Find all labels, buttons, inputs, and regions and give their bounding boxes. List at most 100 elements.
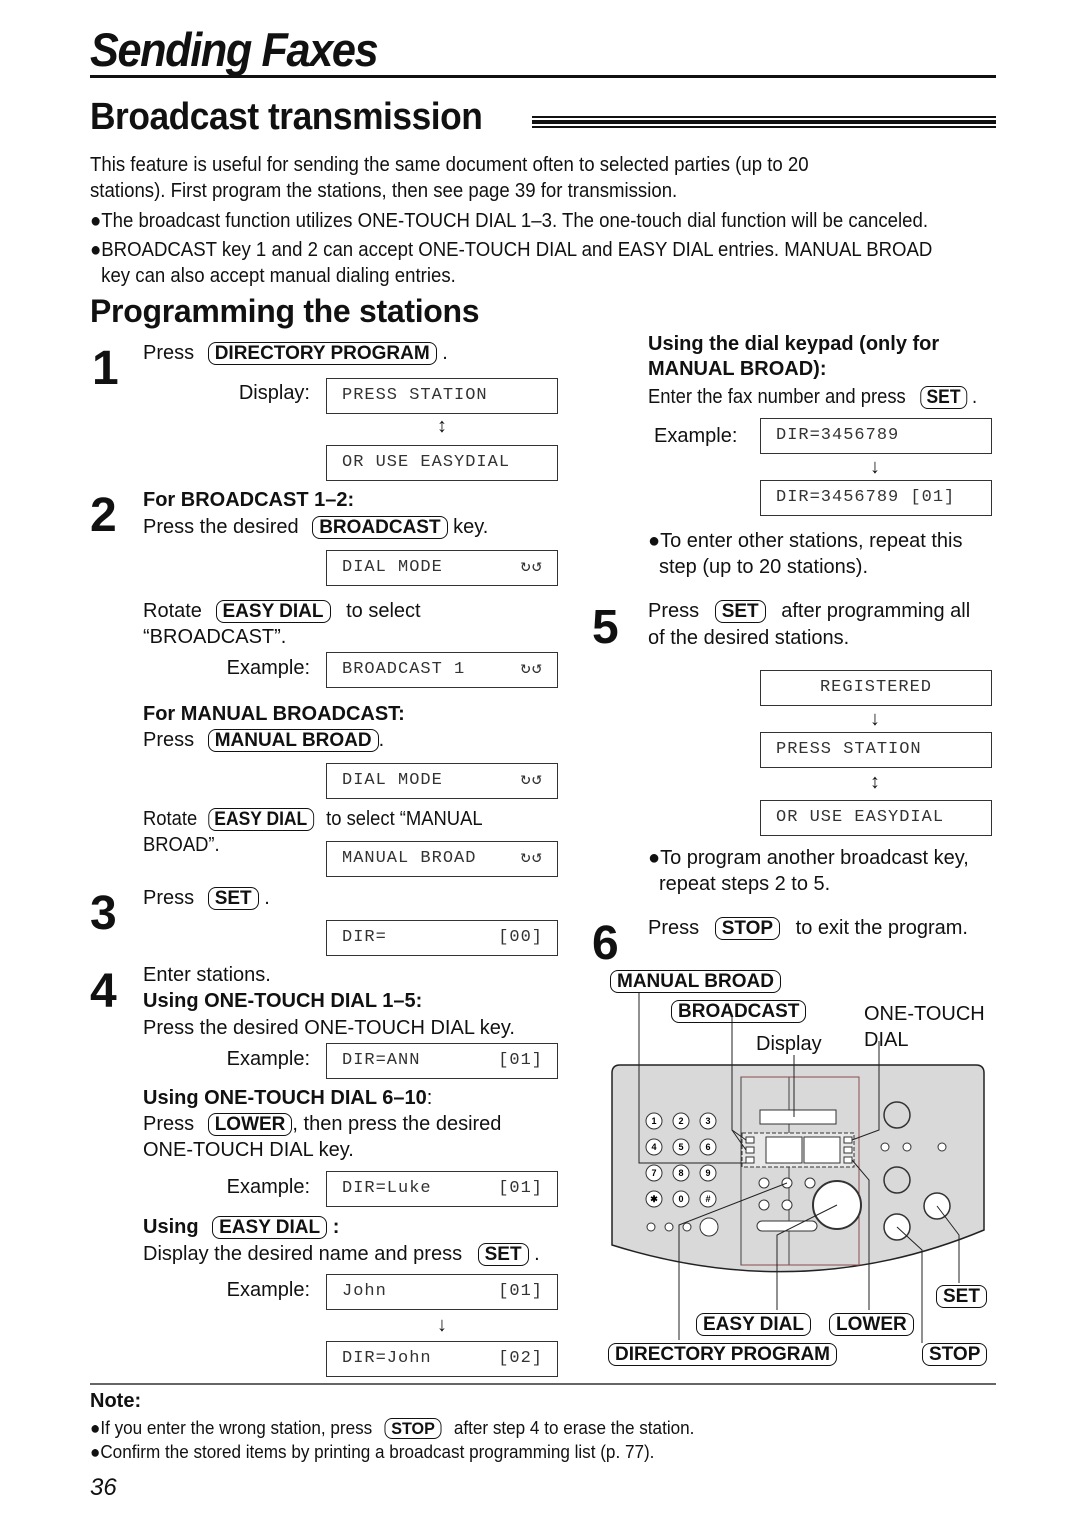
label-one-touch-line1: ONE-TOUCH [864, 1003, 985, 1025]
set-key: SET [477, 1243, 529, 1266]
label-one-touch-line2: DIAL [864, 1029, 909, 1051]
start-button [883, 1166, 911, 1194]
directory-program-key: DIRECTORY PROGRAM [207, 342, 437, 365]
note-text: after step 4 to erase the station. [453, 1418, 695, 1438]
example-label: Example: [226, 1176, 310, 1198]
step5-line2: of the desired stations. [648, 627, 850, 649]
lower-button [843, 1156, 853, 1164]
rotate-manual-instruction: Rotate EASY DIAL to select “MANUAL [143, 806, 483, 832]
keypad-instruction: Enter the fax number and press SET . [648, 384, 977, 410]
lcd-text: DIR=Luke [342, 1179, 432, 1198]
lcd-index: [01] [498, 1179, 543, 1198]
display-desired-instruction: Display the desired name and press SET . [143, 1241, 540, 1267]
easy-dial-key: EASY DIAL [215, 600, 331, 623]
keypad-key-label: 4 [651, 1142, 656, 1152]
keypad-key-label: 9 [705, 1168, 710, 1178]
note-line-2: ●Confirm the stored items by printing a … [90, 1442, 655, 1462]
lcd-registered: REGISTERED [760, 670, 992, 706]
chapter-title: Sending Faxes [90, 23, 379, 76]
step2-press-text: Press the desired [143, 516, 299, 538]
keypad-bullet-line1: ●To enter other stations, repeat this [648, 530, 963, 552]
step3-press: Press [143, 887, 195, 909]
one-touch-button-b [843, 1146, 853, 1154]
small-button [758, 1199, 770, 1211]
easy-dial-key: EASY DIAL [212, 1216, 328, 1239]
lcd-text: DIR=ANN [342, 1051, 421, 1070]
keypad-heading-line1: Using the dial keypad (only for [648, 333, 940, 355]
lcd-dir-luke: DIR=Luke [01] [326, 1171, 558, 1207]
period: . [972, 386, 978, 408]
lcd-john: John [01] [326, 1274, 558, 1310]
display-label: Display: [238, 382, 310, 404]
set-key: SET [920, 386, 967, 409]
small-button [646, 1222, 656, 1232]
press-text: Press [143, 1113, 195, 1135]
step3-period: . [264, 887, 270, 909]
manual-broad-key: MANUAL BROAD [207, 729, 379, 752]
small-button [804, 1177, 816, 1189]
lcd-text: John [342, 1282, 387, 1301]
rotate-icon: ↻↺ [520, 771, 543, 790]
small-button [758, 1177, 770, 1189]
keypad-key-label: 3 [705, 1116, 710, 1126]
lcd-press-station: PRESS STATION [326, 378, 558, 414]
chapter-rule [90, 75, 996, 78]
label-lower: LOWER [829, 1313, 914, 1336]
step1-press: Press [143, 342, 195, 364]
step2-after-key: key. [453, 516, 489, 538]
manual-instruction: Press MANUAL BROAD. [143, 727, 384, 753]
step2-instruction: Press the desired BROADCAST key. [143, 514, 488, 540]
lcd-dial-mode: DIAL MODE ↻↺ [326, 550, 558, 586]
one-touch-labels-right [803, 1136, 841, 1164]
keypad-key-label: # [705, 1194, 710, 1204]
after-text: to exit the program. [795, 917, 968, 939]
to-select-text: to select [346, 600, 421, 622]
panel-body [611, 1064, 985, 1273]
lcd-text: MANUAL BROAD [342, 849, 477, 868]
step5-instruction: Press SET after programming all [648, 598, 970, 624]
lcd-index: [02] [498, 1349, 543, 1368]
broadcast-quote: “BROADCAST”. [143, 626, 287, 648]
period: . [534, 1243, 540, 1265]
broad-quote: BROAD”. [143, 834, 220, 856]
lcd-text: DIAL MODE [342, 771, 443, 790]
one-touch-6-10-heading: Using ONE-TOUCH DIAL 6–10: [143, 1085, 432, 1111]
keypad-key-label: ✱ [650, 1194, 658, 1204]
lcd-text: DIR= [342, 928, 387, 947]
lcd-text: BROADCAST 1 [342, 660, 466, 679]
label-stop: STOP [922, 1343, 988, 1366]
subsection-title: Programming the stations [90, 293, 480, 329]
intro-text: This feature is useful for sending the s… [90, 152, 936, 289]
example-label: Example: [226, 1048, 310, 1070]
example-label: Example: [226, 1279, 310, 1301]
using-text: Using [143, 1216, 199, 1238]
intro-bullet-2: ●BROADCAST key 1 and 2 can accept ONE-TO… [90, 239, 933, 261]
to-select-manual-text: to select “MANUAL [326, 808, 483, 830]
step-number-4: 4 [90, 965, 117, 1018]
one-touch-dial-key-text: ONE-TOUCH DIAL key. [143, 1139, 354, 1161]
one-touch-1-5-heading: Using ONE-TOUCH DIAL 1–5: [143, 990, 423, 1012]
page-number: 36 [90, 1474, 117, 1501]
keypad-key-label: 7 [651, 1168, 656, 1178]
manual-press-text: Press [143, 729, 195, 751]
label-easy-dial: EASY DIAL [696, 1313, 812, 1336]
one-touch-labels-left [765, 1136, 803, 1164]
intro-paragraph-line1: This feature is useful for sending the s… [90, 154, 809, 176]
lcd-text: DIAL MODE [342, 558, 443, 577]
display-desired-text: Display the desired name and press [143, 1243, 463, 1265]
label-display: Display [756, 1033, 822, 1055]
keypad-heading-line2: MANUAL BROAD): [648, 358, 827, 380]
then-press-text: , then press the desired [292, 1113, 502, 1135]
small-button [880, 1142, 890, 1152]
keypad-bullet-line2: step (up to 20 stations). [659, 556, 869, 578]
intro-bullet-2-cont: key can also accept manual dialing entri… [101, 265, 456, 287]
one-touch-button-a [843, 1136, 853, 1144]
small-button [937, 1142, 947, 1152]
note-divider [90, 1383, 996, 1385]
step-number-6: 6 [592, 917, 619, 970]
rotate-icon: ↻↺ [520, 558, 543, 577]
double-arrow-icon: ↕ [437, 415, 447, 437]
lcd-manual-broad: MANUAL BROAD ↻↺ [326, 841, 558, 877]
enter-text: Enter the fax number and press [648, 386, 906, 408]
easy-dial-key: EASY DIAL [207, 808, 314, 831]
